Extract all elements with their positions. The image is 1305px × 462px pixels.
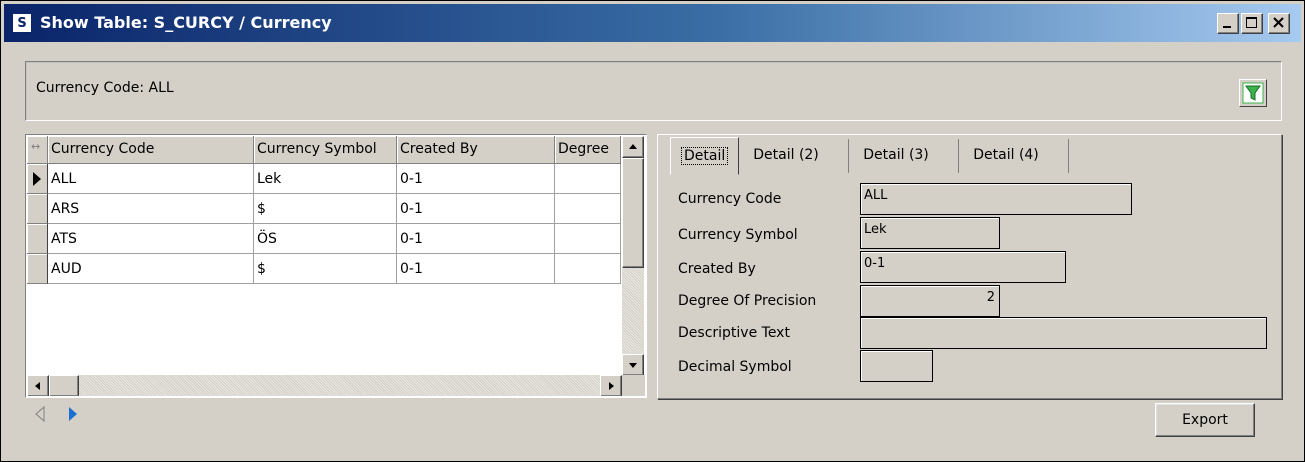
current-row-icon [33,172,41,186]
filter-label: Currency Code: ALL [36,80,174,96]
arrow-left-icon [35,382,40,390]
app-icon: S [12,13,32,33]
table-row[interactable]: AUD $ 0-1 [27,254,621,284]
row-selector[interactable] [27,164,48,194]
label-descriptive-text: Descriptive Text [678,325,790,341]
maximize-button[interactable] [1241,13,1263,34]
window-title: Show Table: S_CURCY / Currency [40,13,332,32]
arrow-up-icon [629,144,637,149]
scrollbar-corner [622,375,645,396]
arrow-down-icon [629,363,637,368]
filter-button[interactable] [1239,79,1267,107]
field-descriptive-text[interactable] [860,317,1267,349]
cell-created-by[interactable]: 0-1 [397,254,555,284]
column-header-currency-code[interactable]: Currency Code [48,136,254,164]
field-created-by[interactable]: 0-1 [860,251,1066,283]
cell-degree[interactable] [555,224,621,254]
tab-detail-4[interactable]: Detail (4) [959,139,1070,173]
detail-panel: Detail Detail (2) Detail (3) Detail (4) … [657,134,1282,399]
title-bar[interactable]: S Show Table: S_CURCY / Currency [4,4,1301,42]
minimize-button[interactable] [1217,13,1239,34]
label-currency-symbol: Currency Symbol [678,227,798,243]
nav-next-icon [69,407,77,421]
tab-detail-3[interactable]: Detail (3) [849,139,960,173]
show-table-window: S Show Table: S_CURCY / Currency Currenc… [0,0,1305,462]
export-button[interactable]: Export [1155,403,1255,437]
field-degree-of-precision[interactable]: 2 [860,285,1000,317]
grid-header: ↔ Currency Code Currency Symbol Created … [27,136,621,164]
cell-currency-symbol[interactable]: Lek [254,164,397,194]
maximize-icon [1246,17,1257,28]
scroll-left-button[interactable] [27,375,49,396]
cell-currency-code[interactable]: ATS [48,224,254,254]
table-row[interactable]: ARS $ 0-1 [27,194,621,224]
column-header-degree[interactable]: Degree [555,136,621,164]
cell-currency-code[interactable]: AUD [48,254,254,284]
label-decimal-symbol: Decimal Symbol [678,359,792,375]
cell-degree[interactable] [555,194,621,224]
label-created-by: Created By [678,261,756,277]
filter-panel: Currency Code: ALL [25,61,1282,121]
grid-rows: ALL Lek 0-1 ARS $ 0-1 ATS ÖS 0-1 AUD $ 0… [27,164,621,284]
row-selector[interactable] [27,194,48,224]
table-row[interactable]: ALL Lek 0-1 [27,164,621,194]
column-header-currency-symbol[interactable]: Currency Symbol [254,136,397,164]
vertical-scroll-thumb[interactable] [622,158,644,268]
currency-grid[interactable]: ↔ Currency Code Currency Symbol Created … [25,134,647,398]
field-currency-code[interactable]: ALL [860,183,1132,215]
cell-created-by[interactable]: 0-1 [397,224,555,254]
tab-detail-2[interactable]: Detail (2) [739,139,850,173]
column-resize-icon[interactable]: ↔ [27,136,48,164]
scroll-down-button[interactable] [622,354,644,376]
cell-currency-symbol[interactable]: $ [254,194,397,224]
tab-detail[interactable]: Detail [670,137,740,175]
cell-currency-code[interactable]: ARS [48,194,254,224]
field-currency-symbol[interactable]: Lek [860,217,1000,249]
scroll-up-button[interactable] [622,136,644,158]
horizontal-scroll-thumb[interactable] [49,375,79,396]
column-header-created-by[interactable]: Created By [397,136,555,164]
horizontal-scrollbar[interactable] [27,375,622,396]
close-button[interactable] [1268,13,1290,34]
cell-currency-symbol[interactable]: $ [254,254,397,284]
detail-tabs: Detail Detail (2) Detail (3) Detail (4) [670,135,1070,175]
vertical-scrollbar[interactable] [622,136,644,376]
cell-currency-code[interactable]: ALL [48,164,254,194]
row-selector[interactable] [27,224,48,254]
cell-degree[interactable] [555,164,621,194]
field-decimal-symbol[interactable] [860,350,933,382]
table-row[interactable]: ATS ÖS 0-1 [27,224,621,254]
next-record-button[interactable] [63,404,83,424]
nav-prev-icon [35,405,45,423]
filter-icon [1242,82,1264,104]
label-degree-of-precision: Degree Of Precision [678,293,817,309]
scroll-right-button[interactable] [600,375,622,396]
arrow-right-icon [609,382,614,390]
cell-created-by[interactable]: 0-1 [397,194,555,224]
row-selector[interactable] [27,254,48,284]
cell-degree[interactable] [555,254,621,284]
cell-created-by[interactable]: 0-1 [397,164,555,194]
cell-currency-symbol[interactable]: ÖS [254,224,397,254]
minimize-icon [1223,26,1231,28]
close-icon [1273,17,1284,28]
label-currency-code: Currency Code [678,191,782,207]
previous-record-button[interactable] [31,404,51,424]
